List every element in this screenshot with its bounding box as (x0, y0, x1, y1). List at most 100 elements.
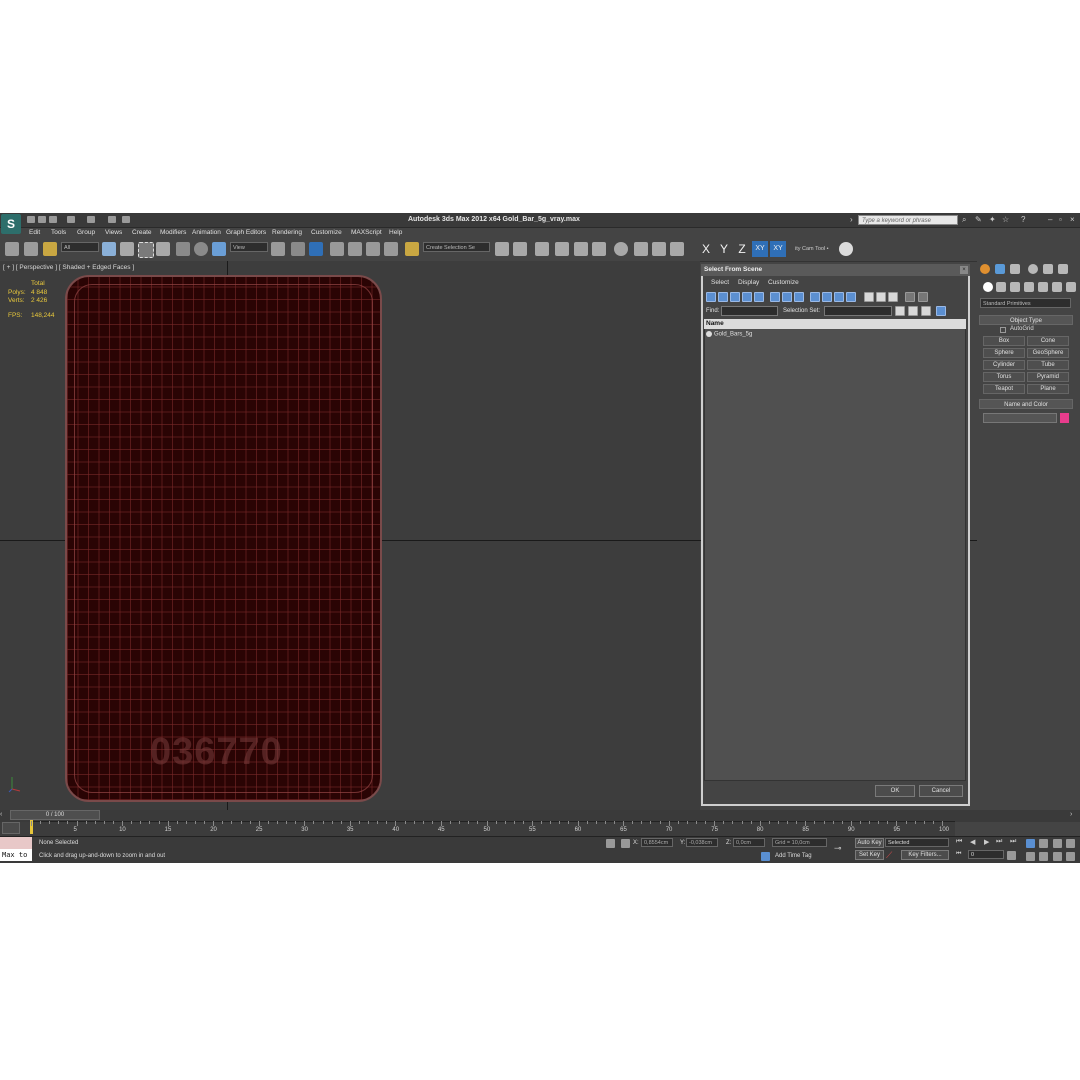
move-icon[interactable] (176, 242, 190, 256)
display-none-icon[interactable] (876, 292, 886, 302)
next-frame-icon[interactable]: › (1070, 811, 1078, 820)
select-all-icon[interactable] (895, 306, 905, 316)
dialog-menu-select[interactable]: Select (711, 279, 729, 286)
ok-button[interactable]: OK (875, 785, 915, 797)
menu-help[interactable]: Help (389, 229, 402, 236)
pan-view-icon[interactable] (1039, 852, 1048, 861)
key-mode-toggle-icon[interactable]: ⏮ (956, 851, 966, 860)
menu-create[interactable]: Create (132, 229, 152, 236)
maximize-viewport-icon[interactable] (1066, 852, 1075, 861)
camera-tool-icon[interactable] (839, 242, 853, 256)
primitive-category-dropdown[interactable]: Standard Primitives (980, 298, 1071, 308)
restrict-z-button[interactable]: Z (734, 241, 750, 257)
selection-filter-dropdown[interactable]: All (61, 242, 99, 252)
menu-tools[interactable]: Tools (51, 229, 66, 236)
save-file-icon[interactable] (49, 216, 57, 223)
object-name-input[interactable] (983, 413, 1057, 423)
utilities-tab-icon[interactable] (1058, 264, 1068, 274)
search-arrow-icon[interactable]: › (850, 216, 858, 224)
zoom-icon[interactable] (1026, 839, 1035, 848)
object-color-swatch[interactable] (1060, 413, 1069, 423)
subscription-icon[interactable]: ✎ (975, 216, 983, 224)
unlink-icon[interactable] (24, 242, 38, 256)
snaps-toggle-icon[interactable] (330, 242, 344, 256)
restrict-xy-toggle-button[interactable]: XY (770, 241, 786, 257)
key-mode-dropdown[interactable]: Selected (885, 838, 949, 847)
select-none-icon[interactable] (908, 306, 918, 316)
time-slider-thumb[interactable]: 0 / 100 (10, 810, 100, 820)
scale-icon[interactable] (212, 242, 226, 256)
percent-snap-icon[interactable] (366, 242, 380, 256)
angle-snap-icon[interactable] (348, 242, 362, 256)
undo-icon[interactable] (67, 216, 75, 223)
time-tag-icon[interactable] (761, 852, 770, 861)
keyword-search-input[interactable]: Type a keyword or phrase (858, 215, 958, 225)
next-key-icon[interactable]: ⏭ (996, 838, 1006, 847)
new-file-icon[interactable] (27, 216, 35, 223)
keyboard-shortcut-override-icon[interactable] (309, 242, 323, 256)
cameras-icon[interactable] (1024, 282, 1034, 292)
display-xrefs-icon[interactable] (794, 292, 804, 302)
field-of-view-icon[interactable] (1026, 852, 1035, 861)
y-coordinate-field[interactable]: -0,038cm (686, 838, 718, 847)
hold-icon[interactable] (108, 216, 116, 223)
menu-maxscript[interactable]: MAXScript (351, 229, 382, 236)
object-type-rollout[interactable]: Object Type (979, 315, 1073, 325)
pivot-point-icon[interactable] (271, 242, 285, 256)
bind-space-warp-icon[interactable] (43, 242, 57, 256)
menu-group[interactable]: Group (77, 229, 95, 236)
reference-coordinate-dropdown[interactable]: View (230, 242, 268, 252)
find-input[interactable] (721, 306, 778, 316)
key-filters-button[interactable]: Key Filters... (901, 850, 949, 860)
restrict-y-button[interactable]: Y (716, 241, 732, 257)
space-warps-icon[interactable] (1052, 282, 1062, 292)
favorites-star-icon[interactable]: ☆ (1002, 216, 1010, 224)
rendered-frame-window-icon[interactable] (652, 242, 666, 256)
autogrid-checkbox[interactable] (1000, 327, 1006, 333)
tube-button[interactable]: Tube (1027, 360, 1069, 370)
set-key-button[interactable]: Set Key (855, 850, 884, 860)
menu-modifiers[interactable]: Modifiers (160, 229, 186, 236)
current-frame-field[interactable]: 0 (968, 850, 1004, 859)
display-shapes-icon[interactable] (718, 292, 728, 302)
z-coordinate-field[interactable]: 0,0cm (733, 838, 765, 847)
sphere-button[interactable]: Sphere (983, 348, 1025, 358)
select-invert-icon[interactable] (921, 306, 931, 316)
menu-rendering[interactable]: Rendering (272, 229, 302, 236)
rotate-icon[interactable] (194, 242, 208, 256)
display-cameras-icon[interactable] (742, 292, 752, 302)
display-frozen-icon[interactable] (834, 292, 844, 302)
geometry-icon[interactable] (983, 282, 993, 292)
display-helpers-icon[interactable] (754, 292, 764, 302)
systems-icon[interactable] (1066, 282, 1076, 292)
display-geometry-icon[interactable] (706, 292, 716, 302)
auto-key-button[interactable]: Auto Key (855, 838, 884, 848)
scene-object-list[interactable] (704, 319, 966, 781)
mirror-icon[interactable] (495, 242, 509, 256)
previous-key-icon[interactable]: ◀ (970, 838, 980, 847)
shapes-icon[interactable] (996, 282, 1006, 292)
help-icon[interactable]: ? (1021, 216, 1029, 224)
menu-animation[interactable]: Animation (192, 229, 221, 236)
select-object-icon[interactable] (102, 242, 116, 256)
viewport-label[interactable]: [ + ] [ Perspective ] [ Shaded + Edged F… (3, 264, 134, 271)
select-by-name-icon[interactable] (120, 242, 134, 256)
x-coordinate-field[interactable]: 0,8554cm (641, 838, 673, 847)
display-containers-icon[interactable] (822, 292, 832, 302)
dialog-menu-display[interactable]: Display (738, 279, 759, 286)
orbit-icon[interactable] (1053, 852, 1062, 861)
set-key-icon[interactable]: ⟋ (886, 850, 898, 860)
dialog-close-icon[interactable]: × (960, 266, 968, 274)
cylinder-button[interactable]: Cylinder (983, 360, 1025, 370)
lights-icon[interactable] (1010, 282, 1020, 292)
display-hidden-icon[interactable] (846, 292, 856, 302)
previous-frame-icon[interactable]: ‹ (0, 811, 8, 820)
display-tab-icon[interactable] (1043, 264, 1053, 274)
motion-tab-icon[interactable] (1028, 264, 1038, 274)
display-invert-icon[interactable] (888, 292, 898, 302)
communication-icon[interactable]: ✦ (989, 216, 997, 224)
create-tab-icon[interactable] (980, 264, 990, 274)
select-link-icon[interactable] (5, 242, 19, 256)
options-dropdown-icon[interactable] (936, 306, 946, 316)
render-setup-icon[interactable] (634, 242, 648, 256)
